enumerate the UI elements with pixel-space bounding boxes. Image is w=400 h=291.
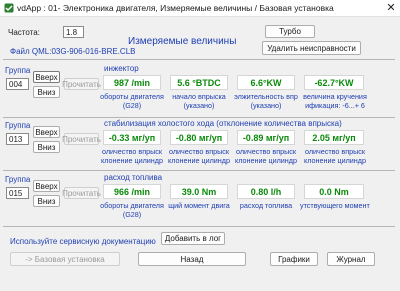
value-caption: обороты двигателя (100, 92, 164, 101)
value-caption: (G28) (122, 210, 142, 219)
measured-value: 0.0 Nm (304, 184, 364, 199)
value-caption: утствующего момента (300, 201, 370, 210)
measured-value: 5.6 °BTDC (170, 75, 228, 90)
measured-value: -0.33 мг/уп (103, 130, 161, 145)
value-caption: (G28) (122, 101, 142, 110)
qml-file-label: Файл QML:03G-906-016-BRE.CLB (10, 47, 136, 56)
section-title: инжектор (104, 64, 139, 73)
page-title: Измеряемые величины (128, 36, 237, 47)
group-number-field[interactable]: 013 (6, 133, 29, 145)
group-label: Группа (5, 121, 31, 130)
value-caption: оличество впрыск (168, 147, 230, 156)
separator (3, 59, 395, 60)
graphs-button[interactable]: Графики (270, 252, 318, 266)
value-caption: (указано) (183, 101, 215, 110)
value-caption: клонение цилиндр (235, 156, 297, 165)
basic-setting-button[interactable]: -> Базовая установка (10, 252, 120, 266)
up-button[interactable]: Вверх (33, 71, 60, 83)
down-button[interactable]: Вниз (33, 141, 60, 153)
measured-value: 987 /min (103, 75, 161, 90)
service-doc-label: Используйте сервисную документацию (10, 237, 156, 246)
back-button[interactable]: Назад (138, 252, 246, 266)
measured-value: 966 /min (103, 184, 161, 199)
read-button[interactable]: Прочитать (62, 187, 101, 199)
add-to-log-button[interactable]: Добавить в лог (161, 232, 225, 245)
value-caption: клонение цилиндр (168, 156, 230, 165)
measured-value: -62.7°KW (304, 75, 364, 90)
read-button[interactable]: Прочитать (62, 78, 101, 90)
value-caption: расход топлива (239, 201, 293, 210)
measured-value: 2.05 мг/уп (304, 130, 364, 145)
separator (3, 226, 395, 227)
value-caption: величина кручения (303, 92, 367, 101)
down-button[interactable]: Вниз (33, 86, 60, 98)
turbo-button[interactable]: Турбо (265, 25, 315, 38)
measured-value: 39.0 Nm (170, 184, 228, 199)
close-icon[interactable]: ✕ (384, 1, 398, 15)
value-caption: клонение цилиндр (304, 156, 366, 165)
measured-value: 6.6°KW (237, 75, 295, 90)
clear-faults-button[interactable]: Удалить неисправности (262, 41, 361, 55)
measured-value: 0.80 l/h (237, 184, 295, 199)
journal-button[interactable]: Журнал (327, 252, 375, 266)
up-button[interactable]: Вверх (33, 180, 60, 192)
value-caption: оличество впрыск (304, 147, 366, 156)
group-label: Группа (5, 66, 31, 75)
value-caption: начало впрыска (172, 92, 226, 101)
measured-value: -0.89 мг/уп (237, 130, 295, 145)
measured-value: -0.80 мг/уп (170, 130, 228, 145)
group-number-field[interactable]: 015 (6, 187, 29, 199)
separator (3, 170, 395, 171)
up-button[interactable]: Вверх (33, 126, 60, 138)
window-title: vdApp : 01- Электроника двигателя, Измер… (17, 3, 334, 13)
value-caption: элжительность впр (234, 92, 298, 101)
read-button[interactable]: Прочитать (62, 133, 101, 145)
app-icon (4, 3, 14, 13)
value-caption: щий момент двига (168, 201, 230, 210)
separator (3, 117, 395, 118)
group-number-field[interactable]: 004 (6, 78, 29, 90)
down-button[interactable]: Вниз (33, 195, 60, 207)
value-caption: оличество впрыск (101, 147, 163, 156)
frequency-field[interactable]: 1.8 (63, 26, 84, 38)
value-caption: обороты двигателя (100, 201, 164, 210)
section-title: расход топлива (104, 173, 163, 182)
value-caption: ификация: -6...+ 6 (305, 101, 365, 110)
frequency-label: Частота: (8, 28, 40, 37)
group-label: Группа (5, 175, 31, 184)
value-caption: (указано) (250, 101, 282, 110)
value-caption: оличество впрыск (235, 147, 297, 156)
section-title: стабилизация холостого хода (отклонение … (104, 119, 342, 128)
value-caption: клонение цилиндр (101, 156, 163, 165)
